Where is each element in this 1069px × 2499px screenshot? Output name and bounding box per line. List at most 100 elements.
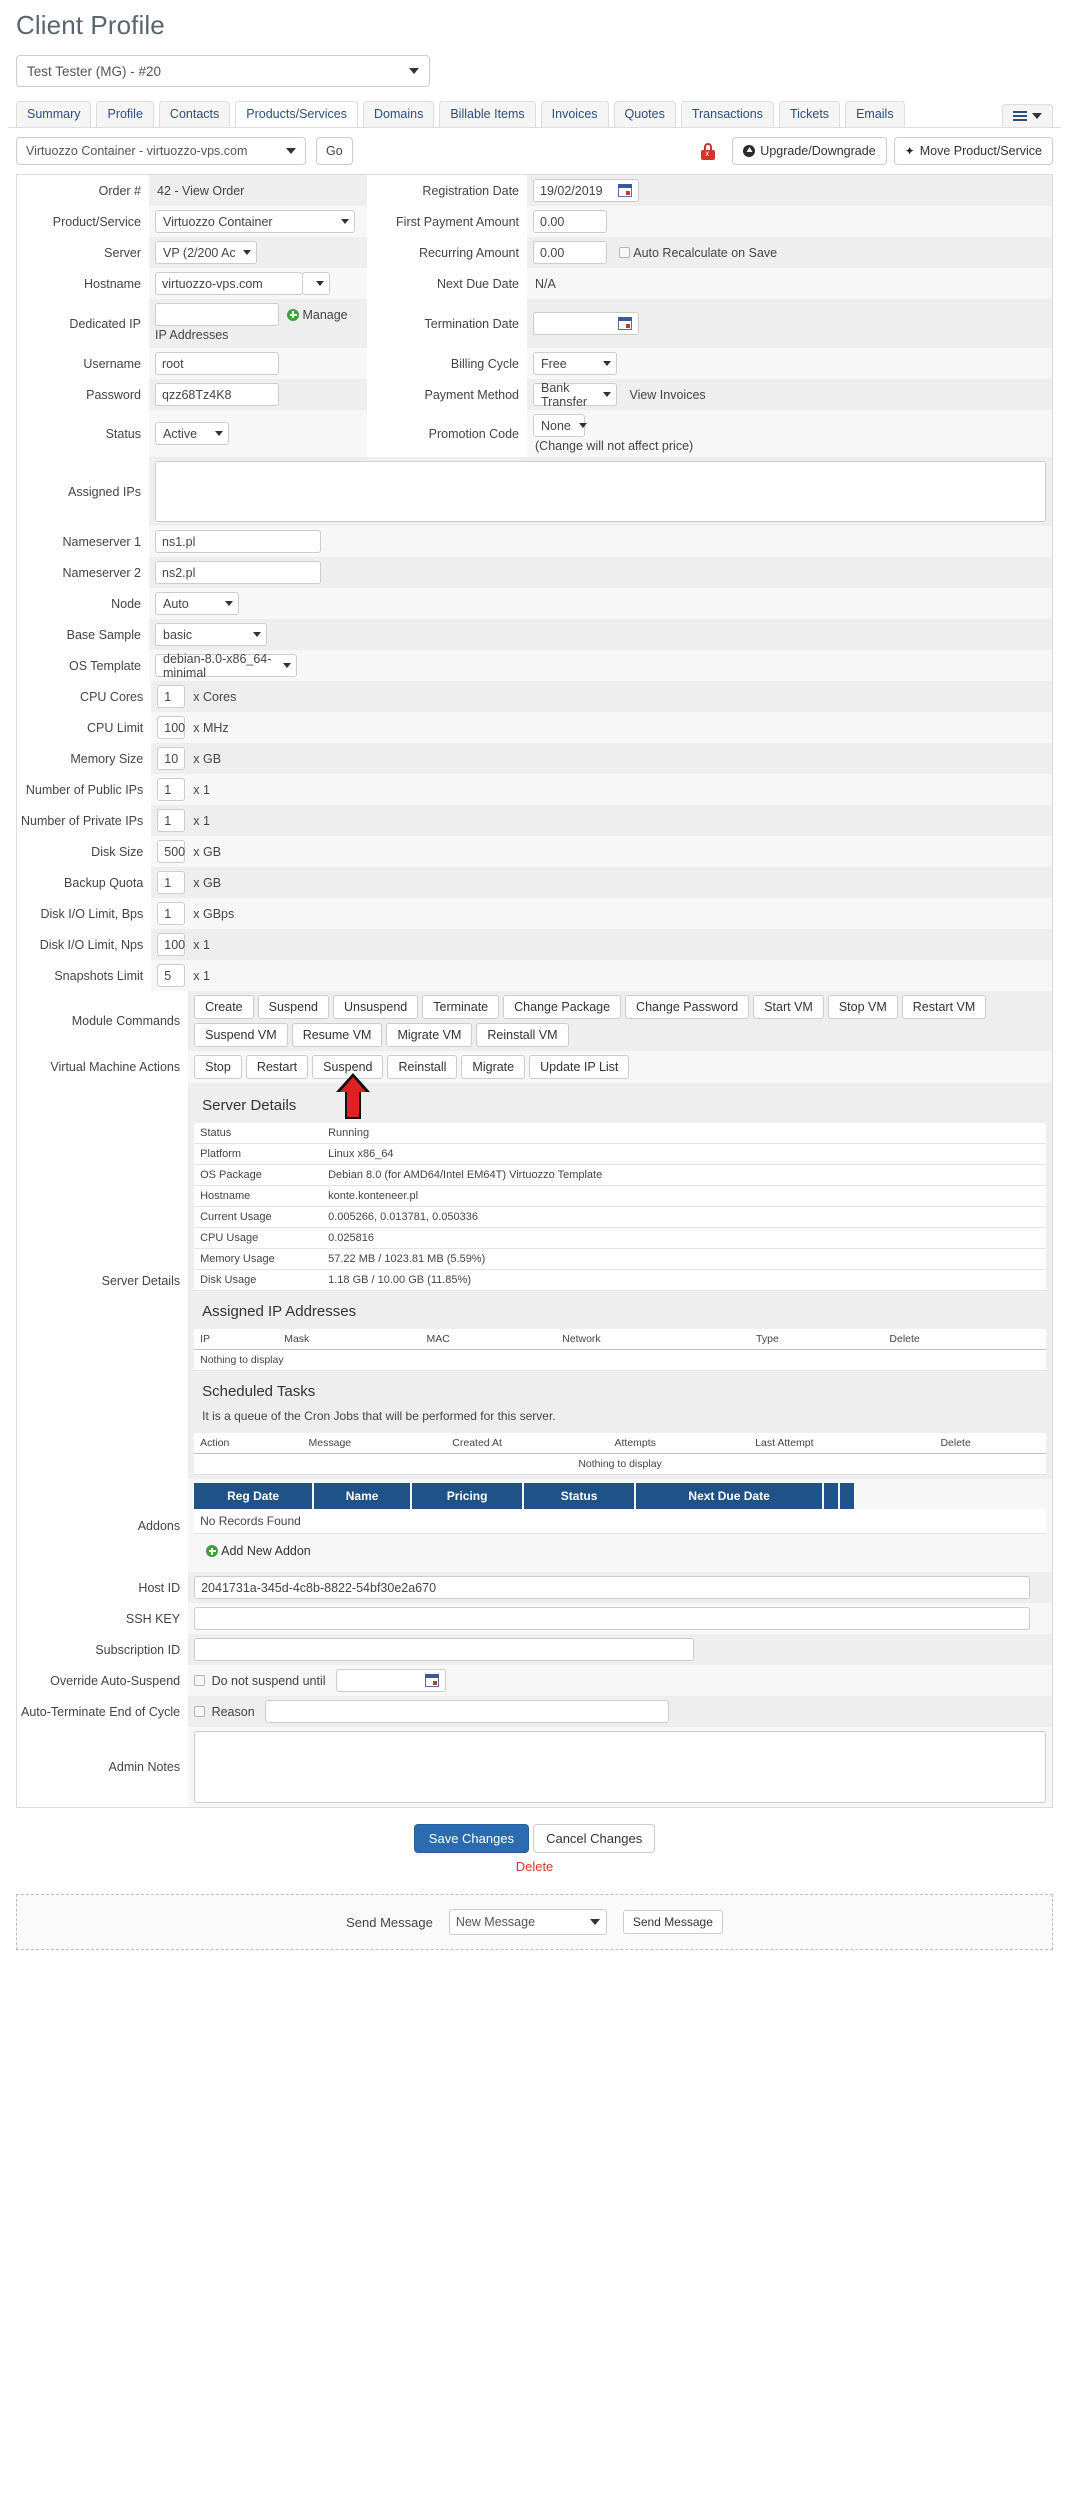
add-new-addon-link[interactable]: Add New Addon: [194, 1534, 1046, 1568]
command-button-migrate[interactable]: Migrate: [461, 1055, 526, 1079]
tab-products-services[interactable]: Products/Services: [235, 101, 358, 127]
move-product-service-button[interactable]: ✦ Move Product/Service: [893, 137, 1053, 165]
command-button-stop[interactable]: Stop: [194, 1055, 242, 1079]
command-button-create[interactable]: Create: [194, 995, 254, 1019]
os-template-select[interactable]: debian-8.0-x86_64-minimal: [155, 652, 297, 680]
command-button-change-package[interactable]: Change Package: [503, 995, 622, 1019]
config-numeric-input[interactable]: 5: [157, 964, 186, 987]
config-numeric-input[interactable]: 500: [157, 840, 186, 863]
ssh-key-input[interactable]: [194, 1607, 1031, 1630]
command-button-change-password[interactable]: Change Password: [625, 995, 750, 1019]
promotion-code-select[interactable]: None: [533, 414, 587, 437]
command-button-resume-vm[interactable]: Resume VM: [291, 1023, 383, 1047]
config-numeric-input[interactable]: 1: [157, 809, 186, 832]
payment-method-select[interactable]: Bank Transfer: [533, 381, 617, 409]
product-value: Virtuozzo Container: [163, 214, 273, 229]
termination-date-cell: [527, 299, 1052, 348]
auto-terminate-reason-input[interactable]: [265, 1700, 670, 1723]
tab-transactions[interactable]: Transactions: [680, 101, 774, 127]
cancel-changes-button[interactable]: Cancel Changes: [533, 1824, 656, 1853]
hostname-dropdown[interactable]: [302, 272, 330, 295]
go-button[interactable]: Go: [316, 137, 353, 165]
calendar-icon[interactable]: [424, 1674, 439, 1687]
command-button-suspend-vm[interactable]: Suspend VM: [194, 1023, 288, 1047]
status-select[interactable]: Active: [155, 422, 229, 445]
command-button-start-vm[interactable]: Start VM: [753, 995, 824, 1019]
tab-tickets[interactable]: Tickets: [778, 101, 841, 127]
command-button-restart[interactable]: Restart: [245, 1055, 309, 1079]
command-button-update-ip-list[interactable]: Update IP List: [529, 1055, 630, 1079]
upgrade-downgrade-button[interactable]: Upgrade/Downgrade: [732, 137, 887, 165]
nameserver2-input[interactable]: ns2.pl: [155, 561, 321, 584]
registration-date-input[interactable]: 19/02/2019: [533, 179, 639, 202]
config-numeric-input[interactable]: 10: [157, 747, 186, 770]
password-input[interactable]: qzz68Tz4K8: [155, 383, 279, 406]
base-sample-select[interactable]: basic: [155, 623, 267, 646]
billing-cycle-select[interactable]: Free: [533, 352, 617, 375]
tab-billable-items[interactable]: Billable Items: [439, 101, 536, 127]
form-row-product: Product/Service Virtuozzo Container Firs…: [17, 206, 1052, 237]
node-select[interactable]: Auto: [155, 592, 239, 615]
command-button-reinstall[interactable]: Reinstall: [387, 1055, 458, 1079]
termination-date-input[interactable]: [533, 312, 639, 335]
tab-invoices[interactable]: Invoices: [540, 101, 609, 127]
config-numeric-input[interactable]: 1: [157, 871, 186, 894]
hostname-input[interactable]: virtuozzo-vps.com: [155, 272, 303, 295]
config-numeric-input[interactable]: 1: [157, 685, 186, 708]
auto-recalculate-wrap: Auto Recalculate on Save: [619, 246, 777, 260]
username-cell: root: [149, 348, 367, 379]
command-button-terminate[interactable]: Terminate: [422, 995, 500, 1019]
dedicated-ip-label: Dedicated IP: [69, 316, 141, 331]
config-numeric-input[interactable]: 1: [157, 778, 186, 801]
command-button-stop-vm[interactable]: Stop VM: [827, 995, 898, 1019]
command-button-reinstall-vm[interactable]: Reinstall VM: [476, 1023, 569, 1047]
tab-contacts[interactable]: Contacts: [158, 101, 231, 127]
calendar-icon[interactable]: [618, 317, 632, 330]
first-payment-input[interactable]: 0.00: [533, 210, 607, 233]
message-template-select[interactable]: New Message: [448, 1909, 607, 1935]
view-invoices-link[interactable]: View Invoices: [629, 388, 705, 402]
node-value: Auto: [163, 596, 189, 611]
auto-terminate-checkbox[interactable]: [194, 1705, 206, 1717]
dedicated-ip-input[interactable]: [155, 303, 279, 326]
order-value[interactable]: 42 - View Order: [155, 184, 244, 198]
override-suspend-date-input[interactable]: [335, 1669, 446, 1692]
config-numeric-input[interactable]: 1: [157, 902, 186, 925]
admin-notes-textarea[interactable]: [194, 1731, 1046, 1803]
subscription-id-input[interactable]: [194, 1638, 695, 1661]
tab-domains[interactable]: Domains: [363, 101, 435, 127]
recurring-input[interactable]: 0.00: [533, 241, 607, 264]
config-numeric-input[interactable]: 100: [157, 933, 186, 956]
host-id-input[interactable]: 2041731a-345d-4c8b-8822-54bf30e2a670: [194, 1576, 1031, 1599]
save-changes-button[interactable]: Save Changes: [413, 1824, 530, 1853]
command-button-unsuspend[interactable]: Unsuspend: [333, 995, 419, 1019]
override-auto-suspend-checkbox[interactable]: [194, 1674, 206, 1686]
product-select[interactable]: Virtuozzo Container: [155, 210, 355, 233]
tab-emails[interactable]: Emails: [845, 101, 905, 127]
tab-overflow-menu-button[interactable]: [1002, 104, 1053, 127]
delete-link[interactable]: Delete: [8, 1853, 1061, 1874]
chevron-down-icon: [589, 1919, 600, 1925]
config-numeric-cell: 100 x 1: [151, 929, 1052, 960]
username-input[interactable]: root: [155, 352, 279, 375]
config-numeric-input[interactable]: 100: [157, 716, 186, 739]
service-selector[interactable]: Virtuozzo Container - virtuozzo-vps.com: [16, 137, 306, 165]
command-button-restart-vm[interactable]: Restart VM: [901, 995, 987, 1019]
tab-profile[interactable]: Profile: [96, 101, 154, 127]
assigned-ips-textarea[interactable]: [155, 461, 1046, 522]
command-button-suspend[interactable]: Suspend: [257, 995, 329, 1019]
auto-recalculate-checkbox[interactable]: [619, 246, 631, 258]
send-message-button[interactable]: Send Message: [622, 1910, 723, 1934]
server-select[interactable]: VP (2/200 Accounts): [155, 241, 257, 264]
move-product-service-label: Move Product/Service: [919, 144, 1042, 158]
config-numeric-row: Backup Quota 1 x GB: [17, 867, 1052, 898]
column-header: Name: [314, 1483, 411, 1509]
tab-quotes[interactable]: Quotes: [613, 101, 676, 127]
calendar-icon[interactable]: [618, 184, 632, 197]
nameserver1-input[interactable]: ns1.pl: [155, 530, 321, 553]
config-numeric-unit: x 1: [193, 937, 210, 952]
command-button-migrate-vm[interactable]: Migrate VM: [386, 1023, 473, 1047]
client-selector[interactable]: Test Tester (MG) - #20: [16, 55, 430, 87]
client-profile-page: Client Profile Test Tester (MG) - #20 Su…: [0, 0, 1069, 1968]
tab-summary[interactable]: Summary: [16, 101, 92, 127]
